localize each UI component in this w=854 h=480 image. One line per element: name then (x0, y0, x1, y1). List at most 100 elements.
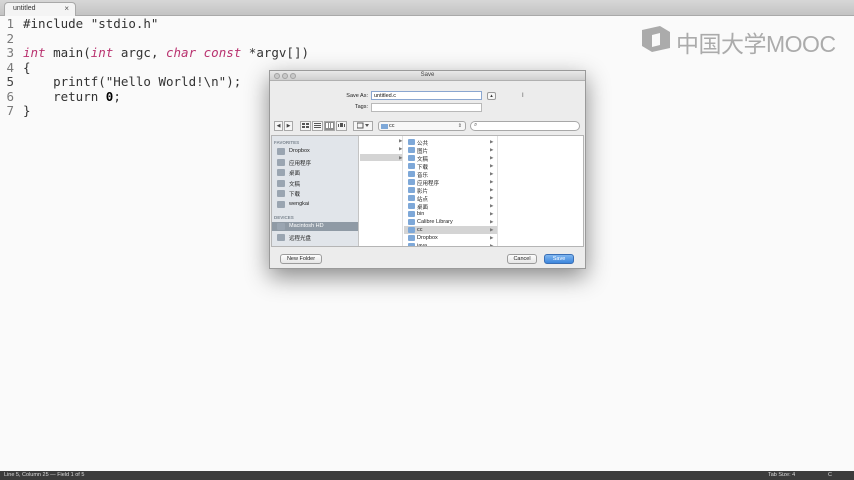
list-item-label: Dropbox (417, 234, 438, 241)
location-popup[interactable]: cc ⇕ (378, 121, 466, 131)
folder-icon (408, 235, 415, 241)
list-item[interactable]: Dropbox ▶ (404, 234, 497, 242)
list-item[interactable]: 桌面 ▶ (404, 202, 497, 211)
new-folder-button[interactable]: New Folder (280, 254, 322, 264)
line-number-current: 5 (6, 74, 14, 89)
code-line-3: int main(int argc, char const *argv[]) (23, 45, 309, 60)
chevron-updown-icon: ⇕ (457, 123, 462, 129)
mooc-watermark: 中国大学MOOC (640, 24, 840, 57)
list-item[interactable]: 应用程序 ▶ (404, 178, 497, 187)
syntax-selector[interactable]: C (828, 472, 832, 478)
list-item-label: Calibre Library (417, 218, 453, 225)
expand-dialog-button[interactable]: ▴ (487, 92, 496, 100)
folder-icon (408, 195, 415, 201)
list-item[interactable]: 公共 ▶ (404, 138, 497, 147)
disclosure-arrow-icon: ▶ (490, 186, 494, 192)
text-cursor-icon: I (522, 93, 524, 99)
code-line-7: } (23, 103, 31, 118)
list-item[interactable]: 音乐 ▶ (404, 170, 497, 179)
downloads-icon (277, 190, 285, 197)
line-number: 2 (6, 30, 14, 46)
mooc-logo-icon (642, 26, 670, 52)
list-item[interactable]: 文稿 ▶ (404, 154, 497, 163)
search-field[interactable]: ⌕ (470, 121, 580, 131)
sidebar-item-label: 应用程序 (289, 160, 312, 167)
line-number: 3 (6, 45, 14, 60)
tags-label: Tags: (354, 104, 368, 110)
code-line-4: { (23, 59, 31, 75)
folder-icon (408, 243, 415, 246)
icon-view-button[interactable] (300, 121, 311, 131)
disclosure-arrow-icon: ▶ (490, 202, 494, 208)
cover-flow-button[interactable] (336, 121, 347, 131)
disclosure-arrow-icon: ▶ (490, 242, 494, 247)
cancel-button[interactable]: Cancel (507, 254, 537, 264)
list-view-button[interactable] (312, 121, 323, 131)
sidebar-item-label: wengkai (289, 200, 310, 207)
folder-icon (381, 124, 388, 129)
list-item[interactable]: Calibre Library ▶ (404, 218, 497, 226)
favorites-heading: FAVORITES (274, 140, 300, 145)
keyword: char (166, 45, 197, 60)
arrange-menu-button[interactable] (353, 121, 373, 131)
keyword: const (203, 45, 242, 60)
sidebar-item-macintosh-hd[interactable]: Macintosh HD (272, 222, 358, 231)
disclosure-arrow-icon: ▶ (399, 155, 403, 160)
sidebar: FAVORITES Dropbox 应用程序 桌面 文稿 下载 wengkai … (272, 136, 359, 246)
disclosure-arrow-icon: ▶ (490, 210, 494, 216)
sidebar-item-remote-disc[interactable]: 远程光盘 (272, 233, 358, 242)
column-view-button[interactable] (324, 121, 335, 131)
forward-button[interactable]: ▶ (284, 121, 293, 131)
status-bar: Line 5, Column 25 — Field 1 of 5 Tab Siz… (0, 471, 854, 480)
location-value: cc (389, 123, 395, 129)
line-number: 7 (6, 103, 14, 118)
selected-row[interactable] (360, 154, 402, 161)
line-number: 4 (6, 59, 14, 75)
folder-icon (408, 219, 415, 225)
sidebar-item-downloads[interactable]: 下载 (272, 189, 358, 198)
cover-flow-icon (338, 123, 345, 127)
arrange-icon (356, 122, 369, 129)
list-item[interactable]: 站点 ▶ (404, 194, 497, 203)
tab-size-selector[interactable]: Tab Size: 4 (768, 472, 795, 478)
sidebar-item-dropbox[interactable]: Dropbox (272, 147, 358, 156)
sidebar-item-desktop[interactable]: 桌面 (272, 168, 358, 177)
list-item-selected[interactable]: cc ▶ (404, 226, 497, 234)
cursor-position: Line 5, Column 25 — Field 1 of 5 (4, 472, 85, 478)
home-icon (277, 200, 285, 208)
back-button[interactable]: ◀ (274, 121, 283, 131)
tab-close-icon[interactable]: × (64, 4, 69, 13)
sidebar-item-home[interactable]: wengkai (272, 200, 358, 209)
column-root[interactable]: ▶ ▶ ▶ (360, 136, 403, 246)
disclosure-arrow-icon: ▶ (399, 146, 403, 151)
folder-icon (408, 227, 415, 233)
list-item[interactable]: bin ▶ (404, 210, 497, 218)
list-item[interactable]: 下载 ▶ (404, 162, 497, 171)
sidebar-item-label: 桌面 (289, 171, 301, 177)
list-item-label: java (417, 242, 428, 247)
code-line-5: printf("Hello World!\n"); (23, 74, 242, 89)
list-item[interactable]: 影片 ▶ (404, 186, 497, 195)
disclosure-arrow-icon: ▶ (490, 218, 494, 224)
tab-untitled[interactable]: untitled × (4, 2, 76, 16)
tags-field[interactable] (371, 103, 482, 112)
disclosure-arrow-icon: ▶ (399, 138, 403, 143)
save-button[interactable]: Save (544, 254, 574, 264)
sidebar-item-documents[interactable]: 文稿 (272, 179, 358, 188)
code-text: return (23, 88, 106, 104)
list-item[interactable]: 图片 ▶ (404, 146, 497, 155)
code-line-1: #include "stdio.h" (23, 16, 159, 31)
disclosure-arrow-icon: ▶ (490, 138, 494, 144)
folder-icon (408, 179, 415, 185)
list-view-icon (314, 123, 321, 128)
applications-icon (277, 158, 285, 166)
save-as-field[interactable]: untitled.c I (371, 91, 524, 100)
disclosure-arrow-icon: ▶ (490, 234, 494, 240)
code-text: ; (113, 88, 121, 104)
line-number: 1 (6, 16, 14, 31)
list-item[interactable]: java ▶ (404, 242, 497, 247)
list-item-label: bin (417, 210, 425, 217)
sidebar-item-label: 下载 (289, 192, 301, 198)
sidebar-item-applications[interactable]: 应用程序 (272, 158, 358, 167)
folder-icon (408, 163, 415, 169)
